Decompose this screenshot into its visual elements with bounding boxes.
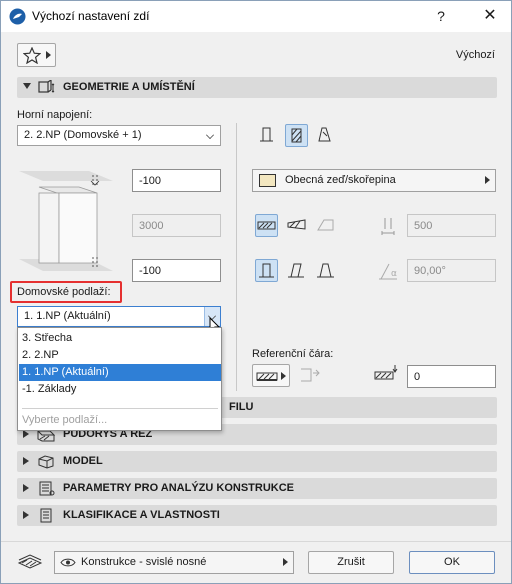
title-bar: Výchozí nastavení zdí ? ✕ xyxy=(1,1,511,32)
wall-trapezoid-icon xyxy=(318,127,331,142)
chevron-down-icon xyxy=(206,131,214,139)
reference-offset-input[interactable]: 0 xyxy=(407,365,496,388)
story-option-roof[interactable]: 3. Střecha xyxy=(19,330,221,347)
layer-icon xyxy=(17,554,43,569)
slant-trapezoid-button[interactable] xyxy=(314,124,337,147)
home-story-highlight xyxy=(10,281,122,303)
wall-height-preview-icon xyxy=(19,171,113,271)
collapsed-triangle-icon xyxy=(23,457,29,465)
window-title: Výchozí nastavení zdí xyxy=(32,9,150,23)
favorites-button[interactable] xyxy=(17,43,56,67)
profile-straight-icon xyxy=(259,263,274,278)
submenu-arrow-icon xyxy=(281,372,286,380)
wall-hatched-icon xyxy=(291,128,302,143)
help-button[interactable]: ? xyxy=(429,5,453,27)
reference-line-label: Referenční čára: xyxy=(252,348,334,360)
section-classification[interactable]: KLASIFIKACE A VLASTNOSTI xyxy=(17,505,497,526)
angle-icon: α xyxy=(379,263,397,280)
cancel-button[interactable]: Zrušit xyxy=(308,551,394,574)
trapezoid-wall-icon[interactable] xyxy=(286,216,307,235)
home-story-dropdown-list: 3. Střecha 2. 2.NP 1. 1.NP (Aktuální) -1… xyxy=(17,327,222,431)
ok-button[interactable]: OK xyxy=(409,551,495,574)
section-model-label: MODEL xyxy=(63,455,103,467)
slant-up-button[interactable] xyxy=(256,124,279,147)
section-geometry[interactable]: GEOMETRIE A UMÍSTĚNÍ xyxy=(17,77,497,98)
story-option-foundation[interactable]: -1. Základy xyxy=(19,381,221,398)
profile-trapezoid-icon[interactable] xyxy=(315,261,336,280)
close-button[interactable]: ✕ xyxy=(477,5,503,27)
story-option-2np[interactable]: 2. 2.NP xyxy=(19,347,221,364)
geometry-section-icon xyxy=(38,80,55,93)
polygon-wall-icon[interactable] xyxy=(315,216,336,235)
profile-slanted-icon[interactable] xyxy=(286,261,307,280)
wall-default-settings-dialog: Výchozí nastavení zdí ? ✕ Výchozí GEOMET… xyxy=(0,0,512,584)
top-link-value: 2. 2.NP (Domovské + 1) xyxy=(24,129,142,141)
footer-divider xyxy=(1,541,511,542)
top-link-label: Horní napojení: xyxy=(17,109,93,121)
structural-analysis-icon xyxy=(39,481,55,496)
section-classification-label: KLASIFIKACE A VLASTNOSTI xyxy=(63,509,220,521)
story-option-1np[interactable]: 1. 1.NP (Aktuální) xyxy=(19,364,221,381)
section-structural-analysis-label: PARAMETRY PRO ANALÝZU KONSTRUKCE xyxy=(63,482,295,494)
story-option-choose[interactable]: Vyberte podlaží... xyxy=(22,414,107,426)
reference-offset-icon xyxy=(374,365,398,380)
section-model[interactable]: MODEL xyxy=(17,451,497,472)
slant-both-button[interactable] xyxy=(285,124,308,147)
expanded-triangle-icon xyxy=(23,83,31,89)
submenu-arrow-icon xyxy=(283,558,288,566)
eye-icon xyxy=(60,558,76,567)
straight-wall-button[interactable] xyxy=(255,214,278,237)
top-offset-input[interactable]: -100 xyxy=(132,169,221,192)
home-story-value: 1. 1.NP (Aktuální) xyxy=(24,310,111,322)
submenu-arrow-icon xyxy=(485,176,490,184)
wall-straight-icon xyxy=(260,127,273,142)
section-structural-analysis[interactable]: PARAMETRY PRO ANALÝZU KONSTRUKCE xyxy=(17,478,497,499)
star-icon xyxy=(23,47,41,64)
structure-value: Obecná zeď/skořepina xyxy=(285,174,396,186)
section-profile-label: FILU xyxy=(229,401,254,413)
home-story-select[interactable]: 1. 1.NP (Aktuální) xyxy=(17,306,221,327)
preset-label: Výchozí xyxy=(455,49,495,61)
collapsed-triangle-icon xyxy=(23,484,29,492)
structure-select[interactable]: Obecná zeď/skořepina xyxy=(252,169,496,192)
archicad-app-icon xyxy=(9,8,26,25)
collapsed-triangle-icon xyxy=(23,511,29,519)
straight-wall-icon xyxy=(257,221,276,230)
reference-line-button[interactable] xyxy=(252,364,290,387)
dropdown-separator xyxy=(22,408,218,409)
collapsed-triangle-icon xyxy=(23,430,29,438)
svg-text:α: α xyxy=(391,269,397,279)
structure-swatch-icon xyxy=(259,174,276,187)
reference-line-icon xyxy=(256,372,278,381)
column-divider xyxy=(236,123,237,391)
wall-height-input: 3000 xyxy=(132,214,221,237)
thickness-input: 500 xyxy=(407,214,496,237)
section-geometry-label: GEOMETRIE A UMÍSTĚNÍ xyxy=(63,81,195,93)
classification-icon xyxy=(40,508,52,523)
bottom-offset-input[interactable]: -100 xyxy=(132,259,221,282)
favorites-arrow-icon xyxy=(46,51,51,59)
angle-input: 90,00° xyxy=(407,259,496,282)
top-link-select[interactable]: 2. 2.NP (Domovské + 1) xyxy=(17,125,221,146)
layer-value: Konstrukce - svislé nosné xyxy=(81,556,207,568)
model-cube-icon xyxy=(38,455,54,469)
thickness-icon xyxy=(381,218,395,235)
layer-select[interactable]: Konstrukce - svislé nosné xyxy=(54,551,294,574)
profile-straight-button[interactable] xyxy=(255,259,278,282)
flip-reference-icon[interactable] xyxy=(297,365,321,385)
